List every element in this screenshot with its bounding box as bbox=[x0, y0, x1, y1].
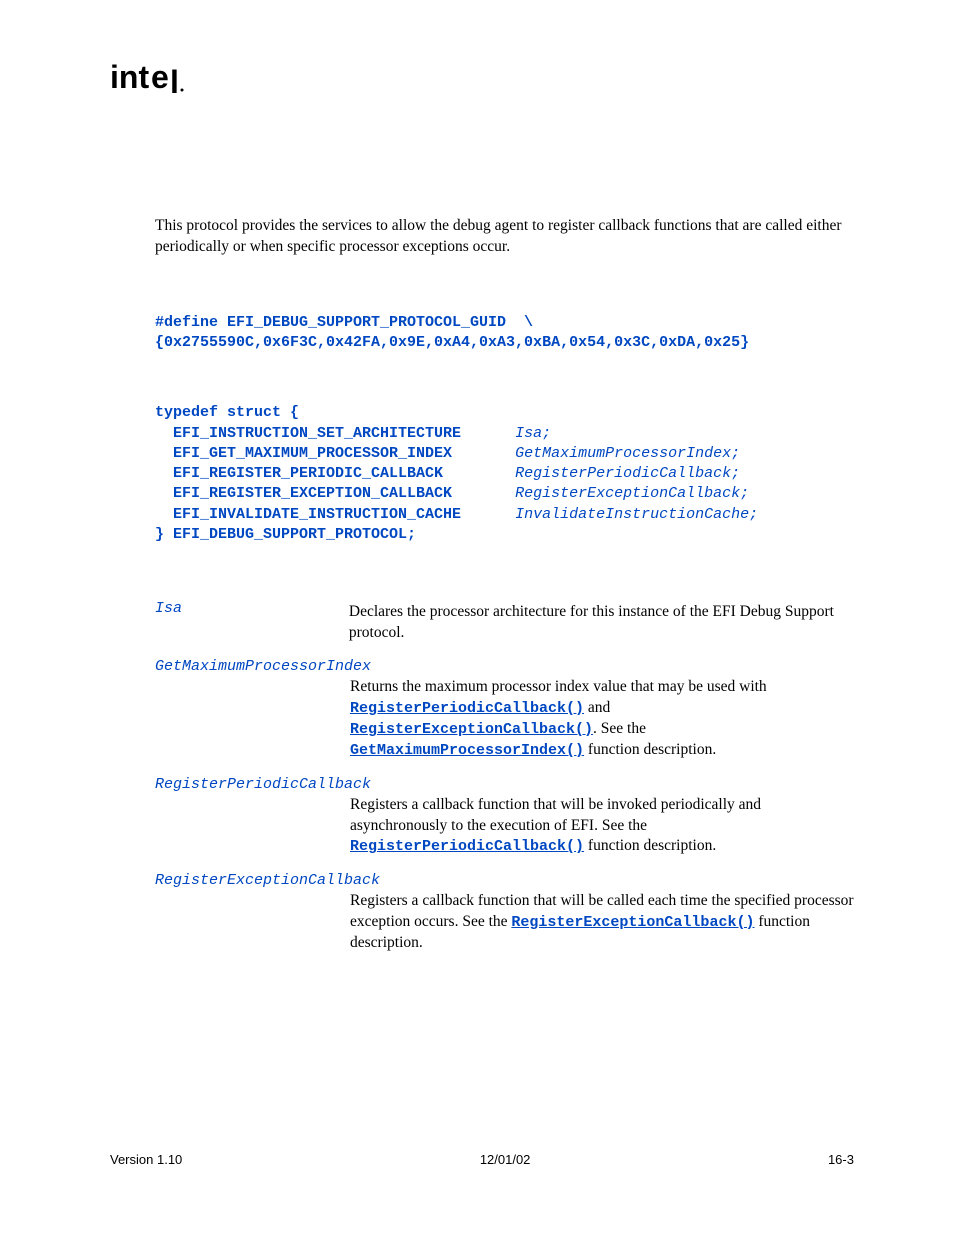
text: Registers a callback function that will … bbox=[350, 796, 761, 834]
fn-link-registerexceptioncallback[interactable]: RegisterExceptionCallback() bbox=[511, 914, 754, 931]
fn-link-getmaximumprocessorindex[interactable]: GetMaximumProcessorIndex() bbox=[350, 742, 584, 759]
fn-link-registerperiodiccallback[interactable]: RegisterPeriodicCallback() bbox=[350, 700, 584, 717]
fn-link-registerperiodiccallback[interactable]: RegisterPeriodicCallback() bbox=[350, 838, 584, 855]
struct-type: EFI_GET_MAXIMUM_PROCESSOR_INDEX bbox=[173, 445, 452, 462]
svg-text:int: int bbox=[110, 60, 149, 95]
struct-definition: typedef struct { EFI_INSTRUCTION_SET_ARC… bbox=[155, 403, 854, 545]
struct-type: EFI_INVALIDATE_INSTRUCTION_CACHE bbox=[173, 506, 461, 523]
struct-member: InvalidateInstructionCache; bbox=[515, 506, 758, 523]
svg-text:l: l bbox=[170, 64, 179, 96]
struct-member: GetMaximumProcessorIndex; bbox=[515, 445, 740, 462]
footer-date: 12/01/02 bbox=[480, 1152, 531, 1167]
param-registerexceptioncallback: RegisterExceptionCallback Registers a ca… bbox=[155, 872, 854, 954]
fn-link-registerexceptioncallback[interactable]: RegisterExceptionCallback() bbox=[350, 721, 593, 738]
struct-type: EFI_REGISTER_EXCEPTION_CALLBACK bbox=[173, 485, 452, 502]
guid-line2: {0x2755590C,0x6F3C,0x42FA,0x9E,0xA4,0xA3… bbox=[155, 334, 749, 351]
param-isa: Isa Declares the processor architecture … bbox=[155, 600, 854, 644]
struct-type: EFI_INSTRUCTION_SET_ARCHITECTURE bbox=[173, 425, 461, 442]
text: function description. bbox=[584, 837, 716, 854]
footer-version: Version 1.10 bbox=[110, 1152, 182, 1167]
footer-page-number: 16-3 bbox=[828, 1152, 854, 1167]
struct-member: RegisterExceptionCallback; bbox=[515, 485, 749, 502]
struct-member: RegisterPeriodicCallback; bbox=[515, 465, 740, 482]
text: . See the bbox=[593, 720, 646, 737]
page-footer: Version 1.10 12/01/02 16-3 bbox=[110, 1152, 854, 1167]
text: Returns the maximum processor index valu… bbox=[350, 678, 767, 695]
param-getmaxprocindex: GetMaximumProcessorIndex Returns the max… bbox=[155, 658, 854, 762]
guid-line1: #define EFI_DEBUG_SUPPORT_PROTOCOL_GUID … bbox=[155, 314, 533, 331]
text: and bbox=[584, 699, 610, 716]
struct-type: EFI_REGISTER_PERIODIC_CALLBACK bbox=[173, 465, 443, 482]
parameters-section: Isa Declares the processor architecture … bbox=[155, 600, 854, 954]
param-name: GetMaximumProcessorIndex bbox=[155, 658, 854, 675]
struct-open: typedef struct { bbox=[155, 404, 299, 421]
param-name: Isa bbox=[155, 600, 345, 617]
intel-logo: int e l bbox=[110, 60, 854, 96]
svg-text:e: e bbox=[151, 60, 169, 95]
param-registerperiodiccallback: RegisterPeriodicCallback Registers a cal… bbox=[155, 776, 854, 858]
guid-definition: #define EFI_DEBUG_SUPPORT_PROTOCOL_GUID … bbox=[155, 313, 854, 354]
struct-member: Isa; bbox=[515, 425, 551, 442]
param-desc: Declares the processor architecture for … bbox=[349, 602, 848, 644]
param-desc: Registers a callback function that will … bbox=[350, 891, 854, 954]
param-desc: Registers a callback function that will … bbox=[350, 795, 854, 858]
struct-close: } EFI_DEBUG_SUPPORT_PROTOCOL; bbox=[155, 526, 416, 543]
intro-paragraph: This protocol provides the services to a… bbox=[155, 216, 854, 258]
param-desc: Returns the maximum processor index valu… bbox=[350, 677, 854, 762]
param-name: RegisterPeriodicCallback bbox=[155, 776, 854, 793]
text: function description. bbox=[584, 741, 716, 758]
param-name: RegisterExceptionCallback bbox=[155, 872, 854, 889]
